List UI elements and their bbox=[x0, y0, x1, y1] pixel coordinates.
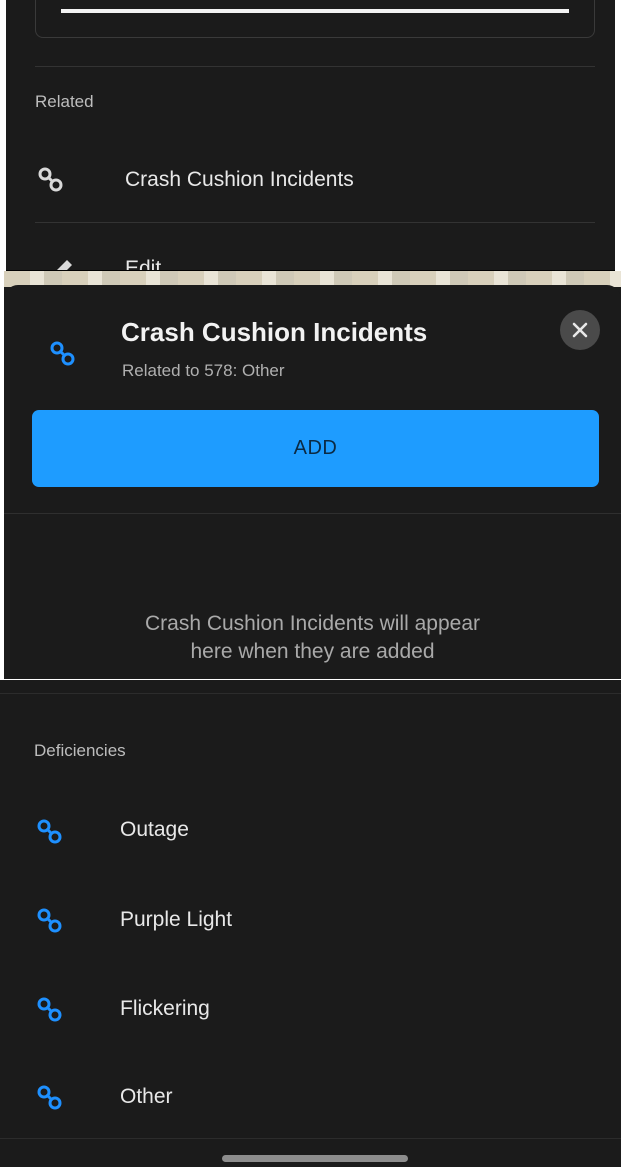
close-icon bbox=[572, 322, 588, 338]
sheet-subtitle: Related to 578: Other bbox=[122, 361, 285, 380]
divider bbox=[35, 66, 595, 67]
sheet-title: Crash Cushion Incidents bbox=[121, 317, 428, 347]
section-label-deficiencies: Deficiencies bbox=[34, 741, 126, 760]
related-item-label: Edit bbox=[125, 257, 162, 271]
deficiencies-panel: Deficiencies Outage Purple Light Flicker… bbox=[0, 680, 621, 1167]
text-input-field[interactable] bbox=[35, 0, 595, 38]
empty-state-line-1: Crash Cushion Incidents will appear bbox=[144, 612, 480, 635]
deficiency-item-label: Other bbox=[120, 1085, 173, 1108]
section-label-related: Related bbox=[35, 92, 94, 111]
divider bbox=[35, 222, 595, 223]
close-button[interactable] bbox=[560, 310, 600, 350]
related-panel: Related Crash Cushion Incidents Edit bbox=[6, 0, 615, 271]
bottom-sheet: Crash Cushion Incidents Related to 578: … bbox=[4, 285, 621, 679]
deficiency-item-label: Purple Light bbox=[120, 908, 233, 931]
add-button[interactable]: ADD bbox=[32, 410, 599, 487]
deficiency-item-label: Flickering bbox=[120, 997, 210, 1020]
add-related-sheet-panel: Crash Cushion Incidents Related to 578: … bbox=[4, 271, 621, 679]
pencil-icon bbox=[57, 260, 72, 270]
input-text-bar bbox=[61, 9, 569, 13]
link-icon bbox=[35, 995, 65, 1025]
link-icon bbox=[36, 165, 66, 195]
link-icon bbox=[35, 817, 65, 847]
empty-state-line-2: here when they are added bbox=[190, 640, 435, 663]
related-item-label: Crash Cushion Incidents bbox=[125, 168, 354, 191]
link-icon bbox=[35, 906, 65, 936]
divider bbox=[4, 513, 621, 514]
divider bbox=[0, 1138, 621, 1139]
divider bbox=[0, 693, 621, 694]
link-icon bbox=[35, 1083, 65, 1113]
empty-state-message: Crash Cushion Incidents will appear here… bbox=[4, 610, 621, 666]
link-icon bbox=[48, 339, 78, 369]
deficiency-item-label: Outage bbox=[120, 818, 189, 841]
home-indicator[interactable] bbox=[222, 1155, 408, 1162]
